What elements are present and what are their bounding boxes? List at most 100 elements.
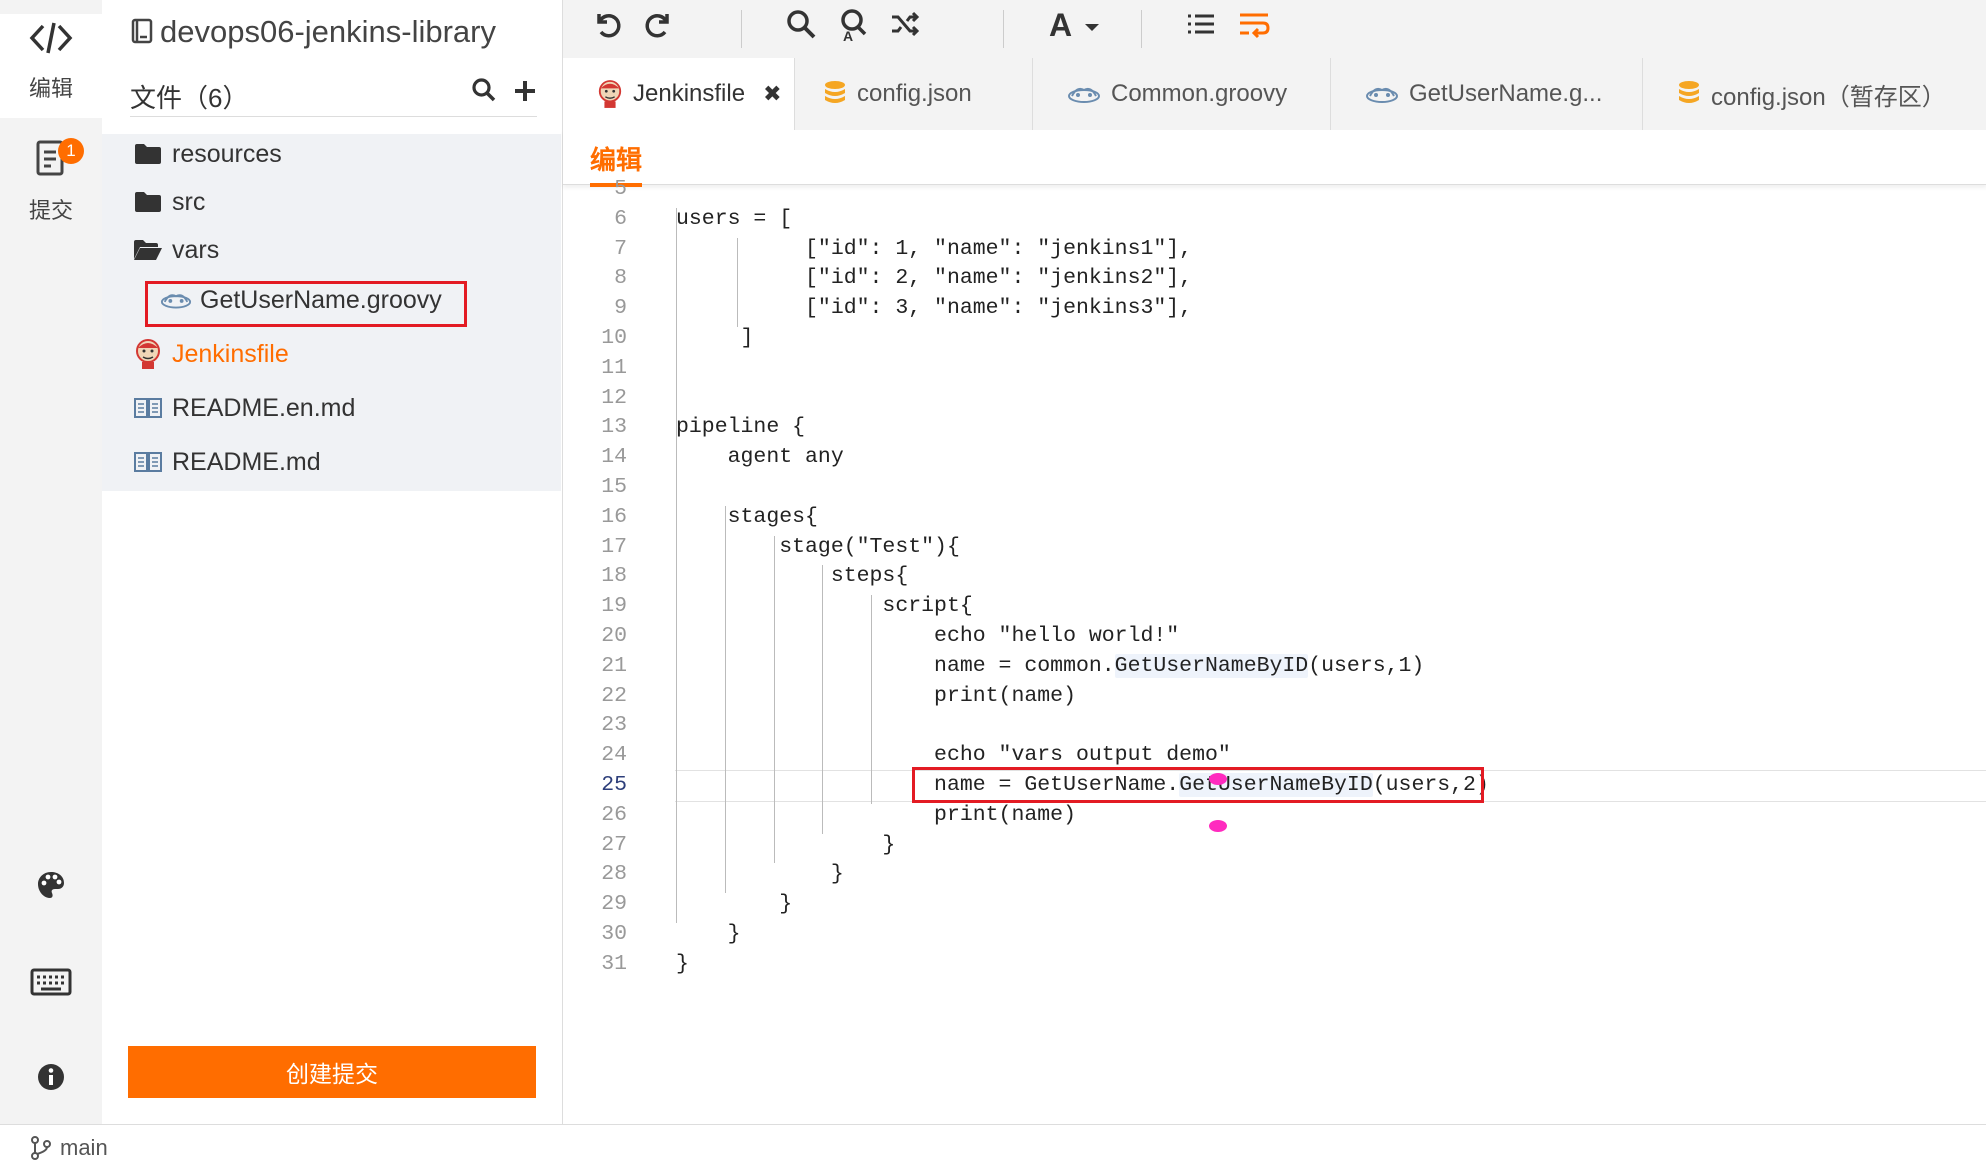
line-number: 8 xyxy=(614,266,627,291)
line-number: 25 xyxy=(601,773,627,797)
file-sidebar: devops06-jenkins-library 文件（6） resources… xyxy=(102,0,561,1124)
symbol-highlight: GetUserNameByID xyxy=(1114,653,1309,678)
svg-text:A: A xyxy=(843,28,853,42)
selection-handle[interactable] xyxy=(1209,820,1227,832)
code-line: ] xyxy=(676,326,754,350)
branch-name: main xyxy=(60,1135,108,1160)
tab-config-json[interactable]: config.json xyxy=(795,58,1033,130)
code-line: ["id": 2, "name": "jenkins2"], xyxy=(676,266,1193,291)
code-line: ["id": 3, "name": "jenkins3"], xyxy=(676,296,1193,321)
editor-panel: A A Jenkinsfile ✖ config.json Common.gro… xyxy=(562,0,1986,1124)
font-size-icon[interactable]: A xyxy=(1049,7,1103,50)
code-line: echo "hello world!" xyxy=(676,624,1180,648)
database-icon xyxy=(1677,80,1701,108)
markdown-book-icon xyxy=(132,397,164,419)
tree-label: README.md xyxy=(172,447,321,476)
groovy-icon xyxy=(1067,84,1101,104)
tab-jenkinsfile[interactable]: Jenkinsfile ✖ xyxy=(563,58,795,131)
editor-tabs: Jenkinsfile ✖ config.json Common.groovy … xyxy=(563,58,1986,131)
git-branch-icon xyxy=(30,1135,52,1161)
tree-label: resources xyxy=(172,139,282,168)
word-wrap-icon[interactable] xyxy=(1237,8,1271,48)
folder-icon xyxy=(132,143,164,165)
code-line: } xyxy=(676,892,793,917)
line-number: 5 xyxy=(614,177,627,201)
line-number: 6 xyxy=(614,206,627,231)
commit-doc-icon: 1 xyxy=(0,138,102,187)
groovy-icon xyxy=(1365,84,1399,104)
toolbar-separator xyxy=(1003,10,1004,48)
code-line: print(name) xyxy=(676,683,1076,708)
line-number: 17 xyxy=(601,534,627,559)
code-editor[interactable]: 5 6 7 8 9 10 11 12 13 14 15 16 17 18 19 20 21 22 23 24 25 26 2… xyxy=(563,177,1986,1006)
markdown-book-icon xyxy=(132,451,164,473)
tab-common-groovy[interactable]: Common.groovy xyxy=(1033,58,1331,130)
line-number: 16 xyxy=(601,504,627,529)
status-bar: main xyxy=(0,1124,1986,1173)
tree-item-readme-en[interactable]: README.en.md xyxy=(132,388,355,428)
code-line: script{ xyxy=(676,594,973,619)
code-line: } xyxy=(676,862,844,887)
tab-label: Common.groovy xyxy=(1111,80,1288,107)
tree-item-vars[interactable]: vars xyxy=(132,230,219,270)
toolbar-separator xyxy=(1141,10,1142,48)
line-number: 23 xyxy=(601,713,627,738)
list-icon[interactable] xyxy=(1185,8,1217,48)
selection-handle[interactable] xyxy=(1209,773,1227,785)
files-actions xyxy=(471,76,537,110)
create-commit-button[interactable]: 创建提交 xyxy=(128,1046,536,1098)
code-line: agent any xyxy=(676,445,844,470)
tab-label: config.json xyxy=(857,80,972,107)
info-icon[interactable] xyxy=(0,1063,102,1096)
code-line: } xyxy=(676,832,896,857)
code-line: stage("Test"){ xyxy=(676,534,960,559)
close-icon[interactable]: ✖ xyxy=(763,81,781,107)
line-number: 20 xyxy=(601,624,627,648)
tree-label: README.en.md xyxy=(172,393,356,422)
file-tree: resources src vars GetUserName.groovy Je… xyxy=(102,134,561,491)
tree-item-src[interactable]: src xyxy=(132,182,205,222)
keyboard-icon[interactable] xyxy=(0,968,102,1001)
palette-icon[interactable] xyxy=(0,870,102,905)
tree-item-readme[interactable]: README.md xyxy=(132,442,321,482)
line-number: 21 xyxy=(601,653,627,678)
editor-toolbar: A A xyxy=(563,0,1986,58)
add-file-icon[interactable] xyxy=(513,78,537,110)
database-icon xyxy=(823,80,847,108)
indent-guide xyxy=(871,595,873,804)
repo-title: devops06-jenkins-library xyxy=(130,14,496,53)
activity-edit[interactable]: 编辑 xyxy=(0,14,102,118)
code-line: print(name) xyxy=(676,802,1076,827)
code-line: pipeline { xyxy=(676,415,806,440)
folder-open-icon xyxy=(132,239,164,261)
search-icon[interactable] xyxy=(471,77,497,110)
tab-config-json-staged[interactable]: config.json（暂存区） xyxy=(1643,58,1986,130)
divider xyxy=(130,116,537,117)
activity-edit-label: 编辑 xyxy=(28,76,73,101)
code-line: stages{ xyxy=(676,504,818,529)
tab-getusername-groovy[interactable]: GetUserName.g... xyxy=(1331,58,1643,130)
tab-label: Jenkinsfile xyxy=(633,80,746,107)
find-icon[interactable] xyxy=(785,8,817,48)
tree-item-jenkinsfile[interactable]: Jenkinsfile xyxy=(132,334,289,374)
code-line: steps{ xyxy=(676,564,909,589)
edit-mode-bar: 编辑 xyxy=(563,130,1986,187)
line-number: 27 xyxy=(601,832,627,857)
repo-name: devops06-jenkins-library xyxy=(160,14,496,49)
line-number: 24 xyxy=(601,743,627,768)
code-line: } xyxy=(676,922,741,946)
branch-indicator[interactable]: main xyxy=(30,1135,108,1161)
undo-icon[interactable] xyxy=(591,8,623,48)
annotation-highlight-box xyxy=(145,281,467,327)
line-number: 7 xyxy=(614,236,627,261)
line-number: 28 xyxy=(601,862,627,887)
tree-item-resources[interactable]: resources xyxy=(132,134,282,174)
line-number: 18 xyxy=(601,564,627,589)
redo-icon[interactable] xyxy=(643,8,675,48)
find-replace-icon[interactable]: A xyxy=(837,8,869,50)
activity-commit[interactable]: 1 提交 xyxy=(0,130,102,225)
shuffle-icon[interactable] xyxy=(889,8,921,48)
line-number: 29 xyxy=(601,892,627,917)
line-number: 31 xyxy=(601,951,627,976)
svg-text:A: A xyxy=(1049,8,1072,42)
